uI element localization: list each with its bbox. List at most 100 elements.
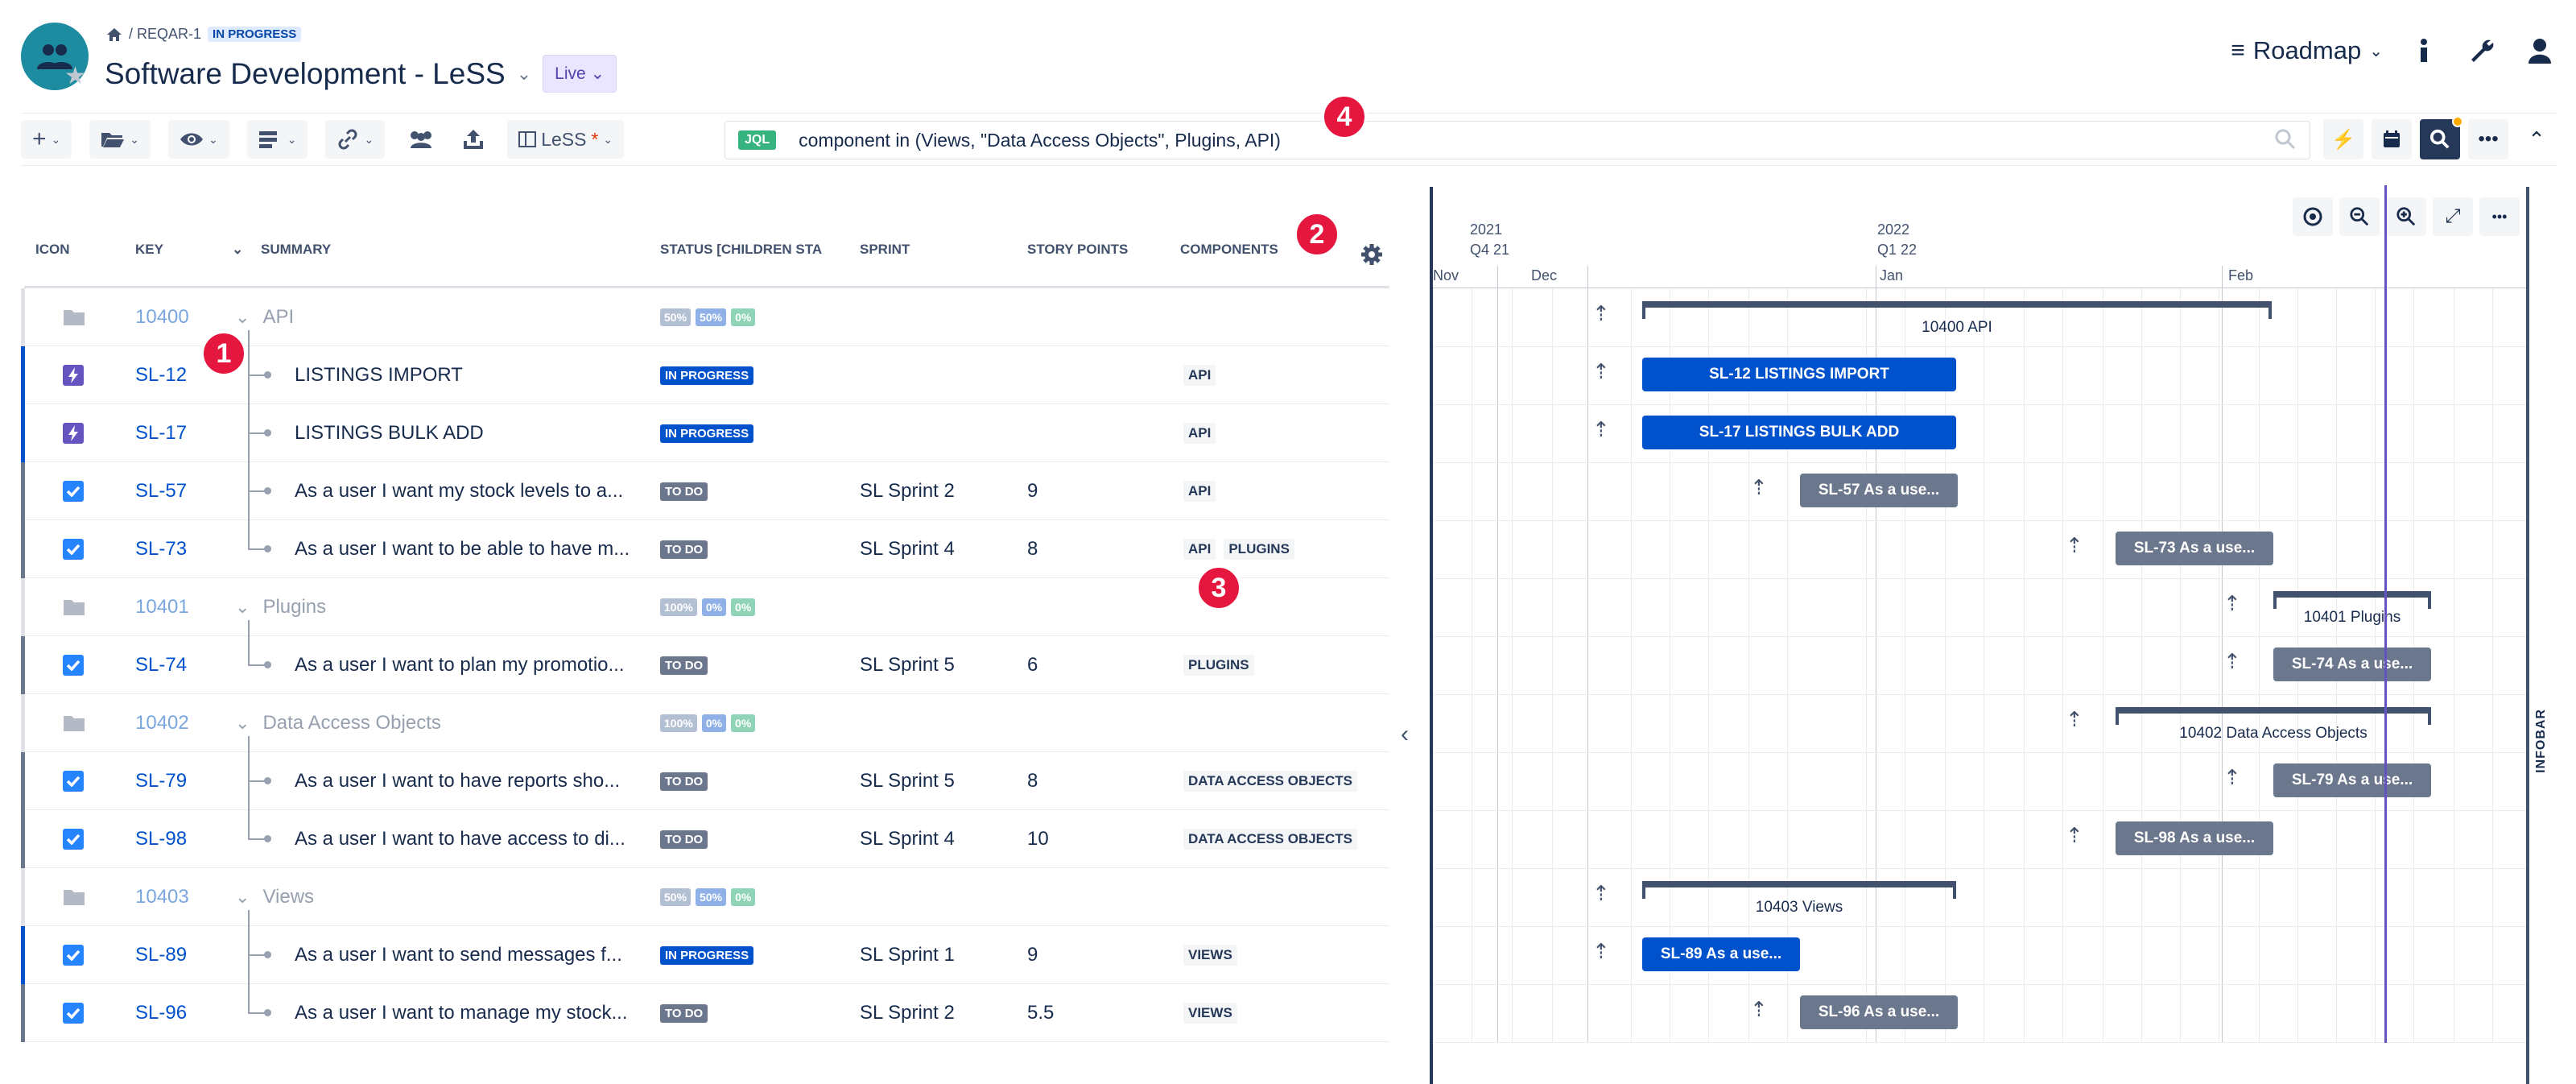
- move-to-parent-icon[interactable]: ⇡: [2066, 707, 2083, 732]
- component-tag[interactable]: API: [1183, 539, 1216, 560]
- issue-summary[interactable]: As a user I want to have reports sho...: [295, 770, 620, 792]
- move-to-parent-icon[interactable]: ⇡: [1592, 417, 1610, 442]
- status-lozenge[interactable]: TO DO: [660, 482, 708, 501]
- column-header-key[interactable]: KEY: [135, 242, 163, 258]
- collapse-all-toggle[interactable]: ⌄: [232, 242, 243, 258]
- link-button[interactable]: ⌄: [325, 120, 386, 159]
- component-tag[interactable]: VIEWS: [1183, 1003, 1237, 1024]
- story-points-value[interactable]: 6: [1027, 654, 1038, 676]
- issue-key-link[interactable]: SL-17: [135, 422, 187, 445]
- add-button[interactable]: + ⌄: [21, 120, 72, 159]
- sprint-value[interactable]: SL Sprint 2: [860, 480, 955, 503]
- gantt-issue-bar[interactable]: SL-96 As a use...: [1800, 995, 1958, 1029]
- move-to-parent-icon[interactable]: ⇡: [2066, 823, 2083, 848]
- issue-row[interactable]: SL-79 As a user I want to have reports sh…: [21, 752, 1389, 810]
- gantt-issue-bar[interactable]: SL-89 As a use...: [1642, 937, 1800, 971]
- issue-key-link[interactable]: SL-79: [135, 770, 187, 792]
- component-tag[interactable]: API: [1183, 423, 1216, 444]
- folder-row[interactable]: 10401 ⌄ Plugins 100% 0% 0%: [21, 578, 1389, 636]
- issue-key-link[interactable]: 10403: [135, 886, 189, 908]
- issue-summary[interactable]: As a user I want to be able to have m...: [295, 538, 630, 561]
- status-lozenge[interactable]: TO DO: [660, 540, 708, 559]
- sprint-value[interactable]: SL Sprint 4: [860, 538, 955, 561]
- jql-search-input[interactable]: JQL component in (Views, "Data Access Ob…: [724, 121, 2310, 159]
- status-lozenge[interactable]: TO DO: [660, 656, 708, 675]
- status-lozenge[interactable]: IN PROGRESS: [660, 424, 754, 443]
- gantt-issue-bar[interactable]: SL-57 As a use...: [1800, 474, 1958, 507]
- issue-summary[interactable]: Plugins: [262, 596, 326, 619]
- search-icon[interactable]: [2274, 128, 2297, 151]
- sprint-value[interactable]: SL Sprint 2: [860, 1002, 955, 1024]
- team-button[interactable]: [402, 120, 440, 159]
- gantt-issue-bar[interactable]: SL-73 As a use...: [2116, 532, 2273, 565]
- gantt-issue-bar[interactable]: SL-79 As a use...: [2273, 763, 2431, 797]
- status-lozenge[interactable]: IN PROGRESS: [660, 366, 754, 385]
- move-to-parent-icon[interactable]: ⇡: [1592, 301, 1610, 326]
- move-to-parent-icon[interactable]: ⇡: [1750, 997, 1768, 1022]
- expand-toggle[interactable]: ⌄: [235, 713, 250, 734]
- component-tag[interactable]: PLUGINS: [1224, 539, 1294, 560]
- column-header-story-points[interactable]: STORY POINTS: [1027, 242, 1128, 258]
- jql-mode-toggle[interactable]: JQL: [738, 130, 777, 150]
- project-title[interactable]: Software Development - LeSS: [105, 57, 506, 91]
- issue-key-link[interactable]: SL-12: [135, 364, 187, 387]
- gantt-issue-bar[interactable]: SL-17 LISTINGS BULK ADD: [1642, 416, 1956, 449]
- issue-summary[interactable]: Data Access Objects: [262, 712, 440, 734]
- gantt-issue-bar[interactable]: SL-12 LISTINGS IMPORT: [1642, 358, 1956, 391]
- story-points-value[interactable]: 8: [1027, 770, 1038, 792]
- issue-row[interactable]: SL-73 As a user I want to be able to have…: [21, 520, 1389, 578]
- issue-row[interactable]: SL-17 LISTINGS BULK ADD IN PROGRESS API: [21, 404, 1389, 462]
- home-icon[interactable]: [106, 27, 122, 42]
- jql-query-text[interactable]: component in (Views, "Data Access Object…: [799, 130, 1281, 151]
- issue-summary[interactable]: Views: [262, 886, 314, 908]
- user-profile-icon[interactable]: [2523, 34, 2557, 68]
- issue-key-link[interactable]: SL-96: [135, 1002, 187, 1024]
- expand-toggle[interactable]: ⌄: [235, 597, 250, 618]
- issue-summary[interactable]: As a user I want to plan my promotio...: [295, 654, 625, 676]
- issue-summary[interactable]: API: [262, 306, 294, 329]
- status-lozenge[interactable]: IN PROGRESS: [660, 945, 754, 965]
- gantt-issue-bar[interactable]: SL-74 As a use...: [2273, 648, 2431, 681]
- folder-row[interactable]: 10403 ⌄ Views 50% 50% 0%: [21, 868, 1389, 926]
- issue-key-link[interactable]: 10402: [135, 712, 189, 734]
- move-to-parent-icon[interactable]: ⇡: [2223, 591, 2241, 616]
- move-to-parent-icon[interactable]: ⇡: [1592, 881, 1610, 906]
- issue-key-link[interactable]: SL-57: [135, 480, 187, 503]
- move-to-parent-icon[interactable]: ⇡: [1750, 475, 1768, 500]
- roadmap-view-button[interactable]: ≡ Roadmap ⌄: [2231, 36, 2383, 65]
- issue-summary[interactable]: As a user I want my stock levels to a...: [295, 480, 623, 503]
- structure-select-button[interactable]: LeSS * ⌄: [507, 120, 625, 159]
- calendar-button[interactable]: [2372, 119, 2412, 159]
- column-header-icon[interactable]: ICON: [35, 242, 70, 258]
- folder-row[interactable]: 10402 ⌄ Data Access Objects 100% 0% 0%: [21, 694, 1389, 752]
- gantt-epic-bracket[interactable]: 10400 API: [1642, 301, 2272, 336]
- columns-button[interactable]: ⌄: [246, 120, 308, 159]
- move-to-parent-icon[interactable]: ⇡: [2223, 649, 2241, 674]
- issue-row[interactable]: SL-57 As a user I want my stock levels to…: [21, 462, 1389, 520]
- infobar-toggle[interactable]: INFOBAR: [2534, 709, 2549, 773]
- collapse-panel-chevron-icon[interactable]: ‹: [1401, 721, 1409, 748]
- sprint-value[interactable]: SL Sprint 5: [860, 654, 955, 676]
- component-tag[interactable]: PLUGINS: [1183, 655, 1254, 676]
- story-points-value[interactable]: 10: [1027, 828, 1049, 850]
- sprint-value[interactable]: SL Sprint 4: [860, 828, 955, 850]
- story-points-value[interactable]: 9: [1027, 480, 1038, 503]
- status-lozenge[interactable]: TO DO: [660, 772, 708, 791]
- story-points-value[interactable]: 9: [1027, 944, 1038, 966]
- issue-key-link[interactable]: SL-73: [135, 538, 187, 561]
- open-folder-button[interactable]: ⌄: [89, 120, 151, 159]
- column-settings-button[interactable]: [1360, 243, 1383, 270]
- move-to-parent-icon[interactable]: ⇡: [1592, 359, 1610, 384]
- move-to-parent-icon[interactable]: ⇡: [2066, 533, 2083, 558]
- column-header-components[interactable]: COMPONENTS: [1180, 242, 1278, 258]
- issue-key-link[interactable]: 10400: [135, 306, 189, 329]
- live-mode-button[interactable]: Live ⌄: [543, 55, 617, 93]
- issue-row[interactable]: SL-89 As a user I want to send messages f…: [21, 926, 1389, 984]
- component-tag[interactable]: API: [1183, 365, 1216, 386]
- issue-row[interactable]: SL-96 As a user I want to manage my stock…: [21, 984, 1389, 1042]
- automation-button[interactable]: ⚡: [2323, 119, 2363, 159]
- issue-row[interactable]: SL-98 As a user I want to have access to …: [21, 810, 1389, 868]
- component-tag[interactable]: DATA ACCESS OBJECTS: [1183, 829, 1358, 850]
- column-header-status[interactable]: STATUS [CHILDREN STA: [660, 242, 822, 258]
- move-to-parent-icon[interactable]: ⇡: [2223, 765, 2241, 790]
